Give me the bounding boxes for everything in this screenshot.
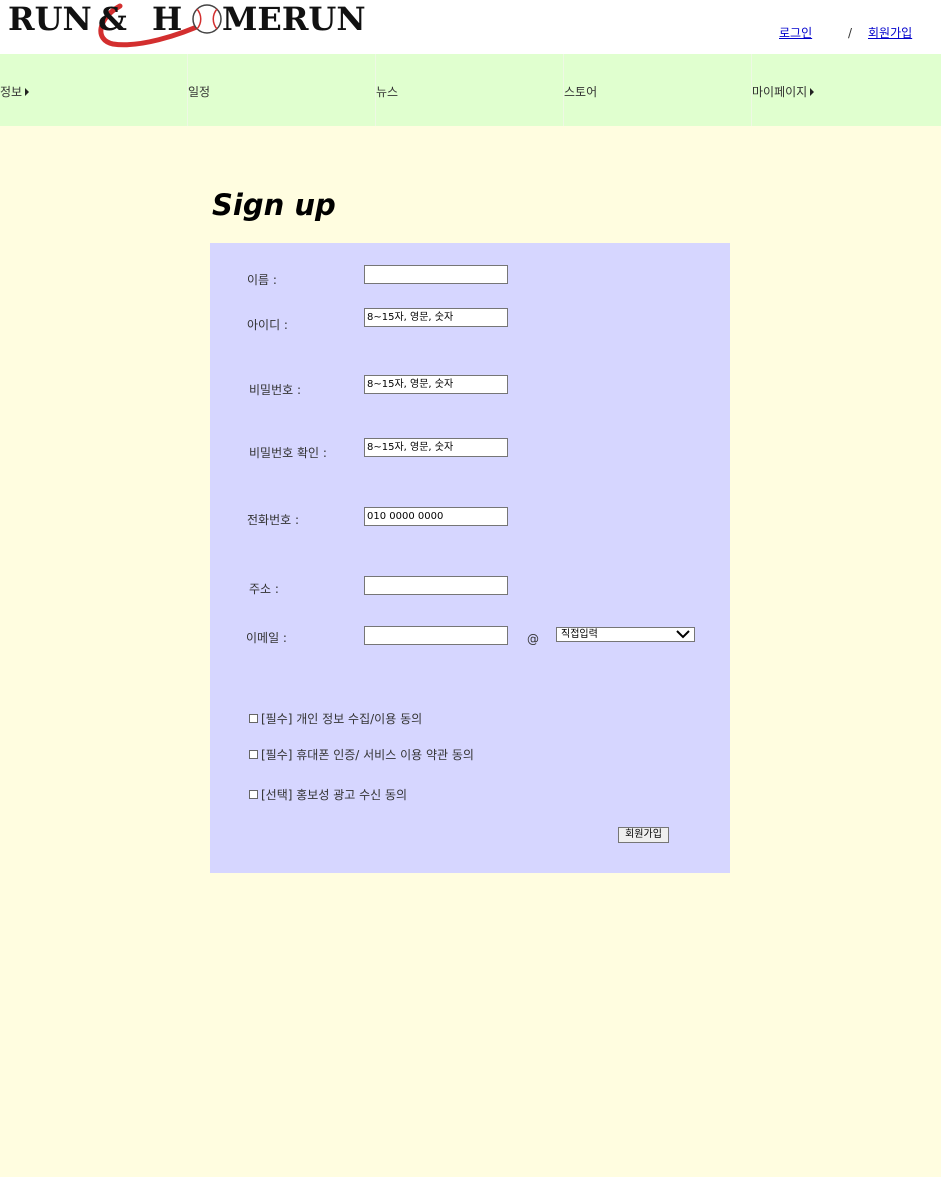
nav-item-label: 일정 bbox=[188, 85, 211, 99]
email-at-sign: @ bbox=[527, 632, 539, 646]
site-header: RUN & H MERUN 로그인 / 회원가입 bbox=[0, 0, 941, 54]
name-label: 이름 : bbox=[247, 273, 277, 287]
logo-text-merun: MERUN bbox=[222, 0, 366, 38]
agreement-privacy-label: [필수] 개인 정보 수집/이용 동의 bbox=[261, 712, 423, 726]
nav-item-store[interactable]: 스토어 bbox=[564, 54, 752, 126]
agreement-terms: [필수] 휴대폰 인증/ 서비스 이용 약관 동의 bbox=[249, 746, 474, 763]
agreement-terms-label: [필수] 휴대폰 인증/ 서비스 이용 약관 동의 bbox=[261, 748, 474, 762]
agreement-marketing-checkbox[interactable] bbox=[249, 790, 258, 799]
agreement-terms-checkbox[interactable] bbox=[249, 750, 258, 759]
address-label: 주소 : bbox=[249, 582, 279, 596]
nav-item-label: 스토어 bbox=[564, 85, 598, 99]
email-label: 이메일 : bbox=[246, 631, 287, 645]
password-input[interactable] bbox=[364, 375, 508, 394]
agreement-marketing-label: [선택] 홍보성 광고 수신 동의 bbox=[261, 788, 408, 802]
email-domain-value: 직접입력 bbox=[561, 629, 598, 640]
signup-link[interactable]: 회원가입 bbox=[868, 26, 912, 40]
email-local-input[interactable] bbox=[364, 626, 508, 645]
login-link[interactable]: 로그인 bbox=[779, 26, 812, 40]
nav-item-label: 뉴스 bbox=[376, 85, 399, 99]
agreement-privacy: [필수] 개인 정보 수집/이용 동의 bbox=[249, 710, 422, 727]
signup-form: 이름 : 아이디 : 비밀번호 : 비밀번호 확인 : 전화번호 : 주소 : … bbox=[210, 243, 730, 873]
password-confirm-input[interactable] bbox=[364, 438, 508, 457]
logo-text-h: H bbox=[152, 0, 182, 38]
chevron-down-icon bbox=[676, 630, 690, 639]
nav-item-label: 마이페이지 bbox=[752, 85, 808, 99]
email-domain-select[interactable]: 직접입력 bbox=[556, 627, 695, 642]
logo-text-run: RUN bbox=[8, 0, 92, 38]
page-title: Sign up bbox=[212, 188, 336, 222]
logo-text-amp: & bbox=[98, 0, 127, 38]
main-nav: 정보 일정 뉴스 스토어 마이페이지 bbox=[0, 54, 941, 126]
caret-right-icon bbox=[810, 87, 815, 96]
id-label: 아이디 : bbox=[247, 318, 288, 332]
id-input[interactable] bbox=[364, 308, 508, 327]
nav-item-info[interactable]: 정보 bbox=[0, 54, 188, 126]
caret-right-icon bbox=[25, 87, 30, 96]
name-input[interactable] bbox=[364, 265, 508, 284]
agreement-privacy-checkbox[interactable] bbox=[249, 714, 258, 723]
nav-item-schedule[interactable]: 일정 bbox=[188, 54, 376, 126]
phone-label: 전화번호 : bbox=[247, 513, 300, 527]
auth-separator: / bbox=[848, 26, 853, 40]
logo-image: RUN & H MERUN bbox=[8, 0, 366, 48]
site-logo[interactable]: RUN & H MERUN bbox=[8, 0, 378, 50]
signup-submit-button[interactable]: 회원가입 bbox=[618, 827, 669, 843]
nav-item-label: 정보 bbox=[0, 85, 23, 99]
address-input[interactable] bbox=[364, 576, 508, 595]
nav-item-news[interactable]: 뉴스 bbox=[376, 54, 564, 126]
password-confirm-label: 비밀번호 확인 : bbox=[249, 446, 327, 460]
phone-input[interactable] bbox=[364, 507, 508, 526]
baseball-icon bbox=[192, 4, 222, 34]
agreement-marketing: [선택] 홍보성 광고 수신 동의 bbox=[249, 786, 407, 803]
password-label: 비밀번호 : bbox=[249, 383, 302, 397]
nav-item-mypage[interactable]: 마이페이지 bbox=[752, 54, 940, 126]
